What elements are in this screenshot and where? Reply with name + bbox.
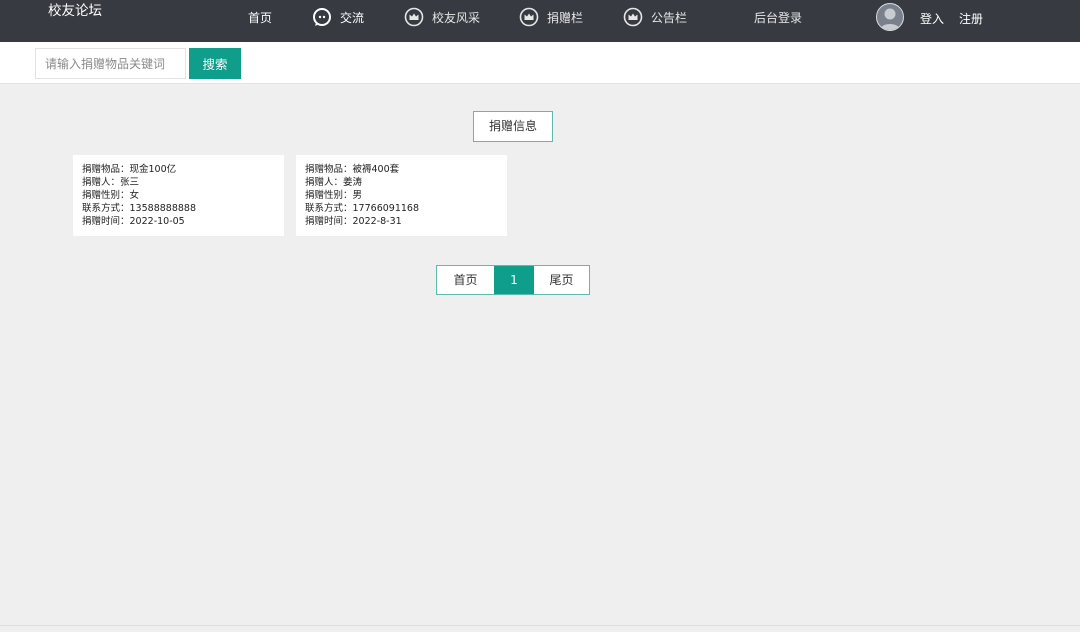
donor-name: 张三 bbox=[120, 177, 140, 188]
nav-announcement[interactable]: 公告栏 bbox=[623, 4, 687, 30]
nav-alumni-style[interactable]: 校友风采 bbox=[404, 4, 480, 30]
login-link[interactable]: 登入 bbox=[920, 10, 944, 27]
nav-home-label: 首页 bbox=[248, 10, 273, 25]
gender-row: 捐赠性别：女 bbox=[82, 189, 275, 202]
time-row: 捐赠时间：2022-10-05 bbox=[82, 215, 275, 228]
donor-contact: 17766091168 bbox=[352, 203, 420, 214]
donor-gender: 女 bbox=[129, 190, 140, 201]
nav-home[interactable]: 首页 bbox=[248, 4, 272, 30]
nav-admin-login-label: 后台登录 bbox=[754, 10, 803, 25]
search-input[interactable] bbox=[35, 48, 186, 79]
donation-time: 2022-10-05 bbox=[129, 216, 185, 227]
donation-item: 被褥400套 bbox=[352, 164, 400, 175]
donor-name: 姜涛 bbox=[343, 177, 363, 188]
donation-time: 2022-8-31 bbox=[352, 216, 402, 227]
top-navigation-bar: 校友论坛 首页 交流 校友风采 捐赠栏 公告栏 后台登录 登入 注册 bbox=[0, 0, 1080, 42]
section-title: 捐赠信息 bbox=[473, 111, 553, 142]
current-page-button[interactable]: 1 bbox=[494, 266, 534, 294]
field-label: 捐赠时间： bbox=[305, 216, 353, 227]
pagination: 首页 1 尾页 bbox=[436, 265, 590, 295]
gender-row: 捐赠性别：男 bbox=[305, 189, 498, 202]
contact-row: 联系方式：17766091168 bbox=[305, 202, 498, 215]
field-label: 捐赠物品： bbox=[305, 164, 353, 175]
donor-gender: 男 bbox=[352, 190, 363, 201]
nav-exchange-label: 交流 bbox=[340, 10, 365, 25]
crown-icon bbox=[404, 7, 424, 27]
donation-card[interactable]: 捐赠物品：被褥400套 捐赠人：姜涛 捐赠性别：男 联系方式：177660911… bbox=[296, 155, 507, 236]
field-label: 联系方式： bbox=[305, 203, 353, 214]
register-link[interactable]: 注册 bbox=[959, 10, 983, 27]
donor-row: 捐赠人：张三 bbox=[82, 176, 275, 189]
contact-row: 联系方式：13588888888 bbox=[82, 202, 275, 215]
nav-exchange[interactable]: 交流 bbox=[312, 4, 364, 30]
first-page-button[interactable]: 首页 bbox=[437, 266, 494, 294]
donation-card[interactable]: 捐赠物品：现金100亿 捐赠人：张三 捐赠性别：女 联系方式：135888888… bbox=[73, 155, 284, 236]
footer-divider bbox=[0, 625, 1080, 626]
donor-row: 捐赠人：姜涛 bbox=[305, 176, 498, 189]
nav-donation[interactable]: 捐赠栏 bbox=[519, 4, 583, 30]
time-row: 捐赠时间：2022-8-31 bbox=[305, 215, 498, 228]
user-area bbox=[876, 3, 904, 31]
field-label: 捐赠时间： bbox=[82, 216, 130, 227]
field-label: 捐赠人： bbox=[82, 177, 121, 188]
nav-donation-label: 捐赠栏 bbox=[547, 10, 584, 25]
last-page-button[interactable]: 尾页 bbox=[534, 266, 589, 294]
donor-contact: 13588888888 bbox=[129, 203, 197, 214]
chat-bubble-icon bbox=[312, 7, 332, 27]
crown-icon bbox=[623, 7, 643, 27]
search-bar: 搜索 bbox=[0, 42, 1080, 84]
nav-admin-login[interactable]: 后台登录 bbox=[754, 4, 802, 30]
donation-item: 现金100亿 bbox=[129, 164, 177, 175]
donation-item-row: 捐赠物品：被褥400套 bbox=[305, 163, 498, 176]
nav-alumni-style-label: 校友风采 bbox=[432, 10, 481, 25]
field-label: 捐赠物品： bbox=[82, 164, 130, 175]
donation-item-row: 捐赠物品：现金100亿 bbox=[82, 163, 275, 176]
site-brand[interactable]: 校友论坛 bbox=[48, 2, 102, 20]
field-label: 捐赠性别： bbox=[82, 190, 130, 201]
search-button[interactable]: 搜索 bbox=[189, 48, 241, 79]
nav-announcement-label: 公告栏 bbox=[651, 10, 688, 25]
user-avatar-icon[interactable] bbox=[876, 3, 904, 31]
field-label: 捐赠性别： bbox=[305, 190, 353, 201]
crown-icon bbox=[519, 7, 539, 27]
field-label: 捐赠人： bbox=[305, 177, 344, 188]
field-label: 联系方式： bbox=[82, 203, 130, 214]
